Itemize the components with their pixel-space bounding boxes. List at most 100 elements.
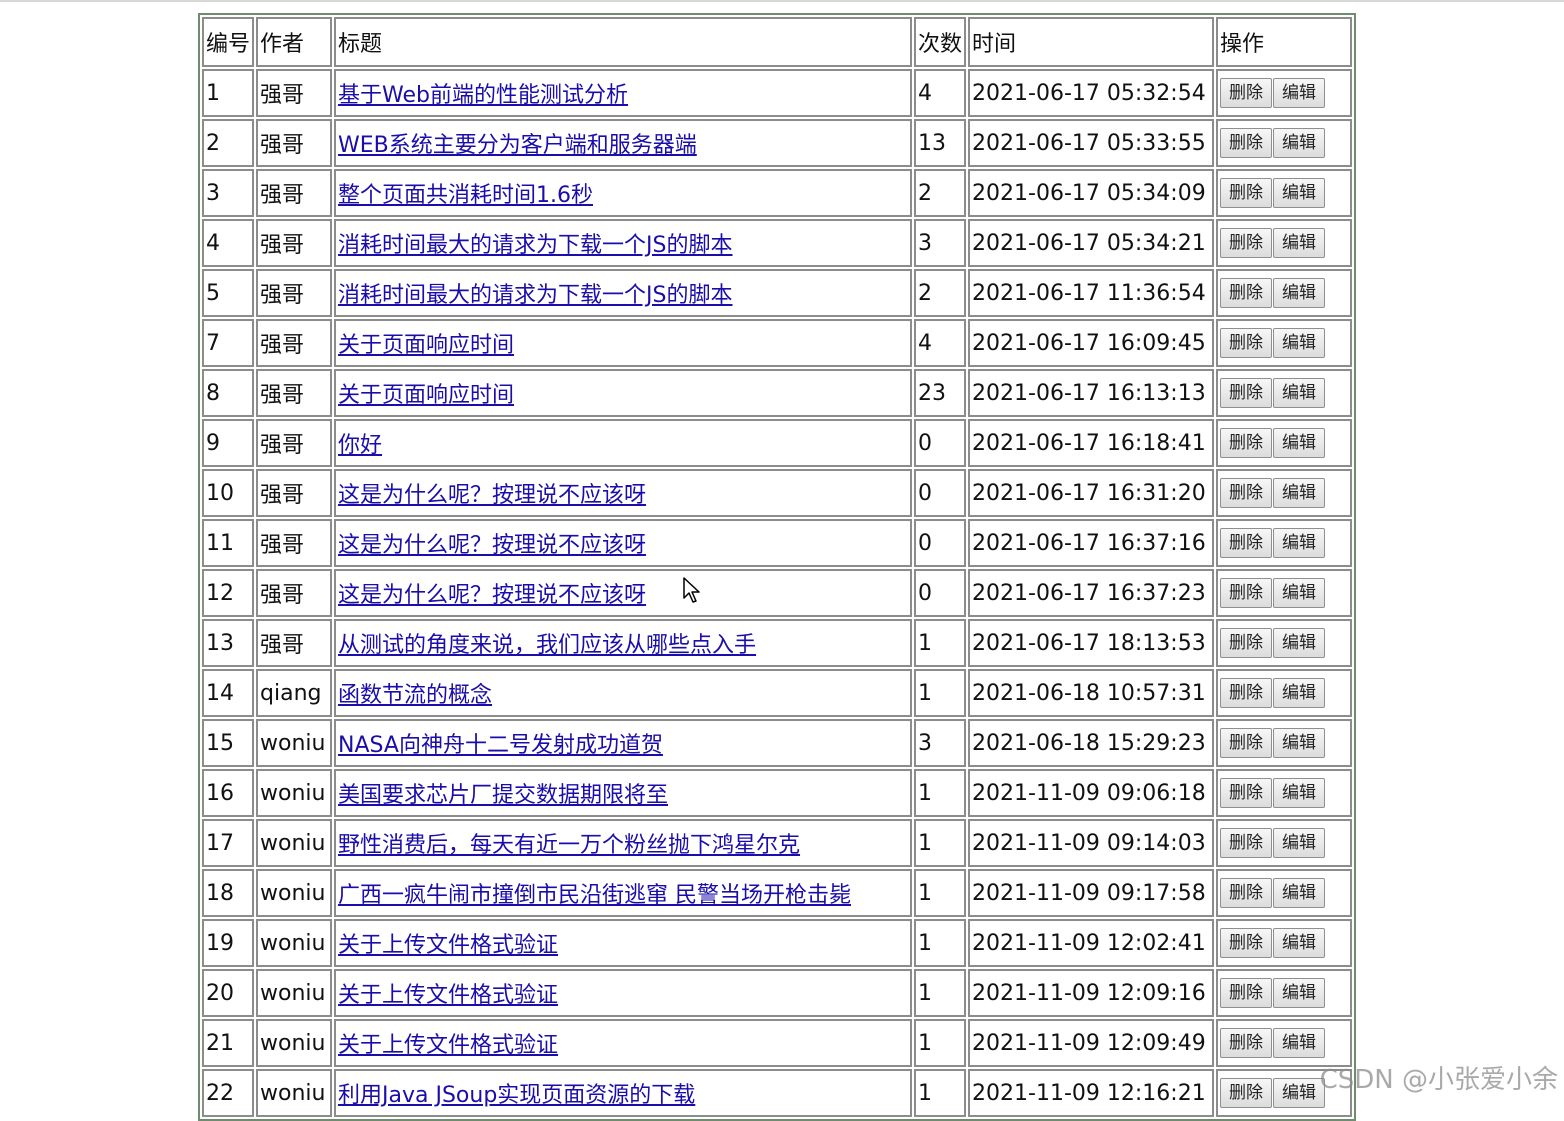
cell-title: 美国要求芯片厂提交数据期限将至 [334,769,912,817]
edit-button[interactable]: 编辑 [1273,778,1325,808]
cell-time: 2021-06-17 05:34:21 [968,219,1214,267]
post-title-link[interactable]: 消耗时间最大的请求为下载一个JS的脚本 [338,233,732,258]
cell-count: 4 [914,69,966,117]
posts-table-container: 编号 作者 标题 次数 时间 操作 1强哥基于Web前端的性能测试分析42021… [198,13,1356,1121]
delete-button[interactable]: 删除 [1220,828,1272,858]
cell-author: woniu [256,1069,332,1117]
post-title-link[interactable]: 消耗时间最大的请求为下载一个JS的脚本 [338,283,732,308]
delete-button[interactable]: 删除 [1220,728,1272,758]
post-title-link[interactable]: NASA向神舟十二号发射成功道贺 [338,733,663,758]
edit-button[interactable]: 编辑 [1273,928,1325,958]
delete-button[interactable]: 删除 [1220,378,1272,408]
post-title-link[interactable]: 美国要求芯片厂提交数据期限将至 [338,783,668,808]
cell-id: 1 [202,69,254,117]
delete-button[interactable]: 删除 [1220,328,1272,358]
post-title-link[interactable]: 关于页面响应时间 [338,333,514,358]
cell-title: 函数节流的概念 [334,669,912,717]
cell-id: 16 [202,769,254,817]
edit-button[interactable]: 编辑 [1273,828,1325,858]
edit-button[interactable]: 编辑 [1273,578,1325,608]
delete-button[interactable]: 删除 [1220,528,1272,558]
cell-author: woniu [256,719,332,767]
table-row: 11强哥这是为什么呢？按理说不应该呀02021-06-17 16:37:16删除… [202,519,1352,567]
post-title-link[interactable]: 基于Web前端的性能测试分析 [338,83,628,108]
post-title-link[interactable]: 你好 [338,433,382,458]
edit-button[interactable]: 编辑 [1273,428,1325,458]
post-title-link[interactable]: 野性消费后，每天有近一万个粉丝抛下鸿星尔克 [338,833,800,858]
edit-button[interactable]: 编辑 [1273,378,1325,408]
cell-count: 3 [914,219,966,267]
delete-button[interactable]: 删除 [1220,578,1272,608]
delete-button[interactable]: 删除 [1220,228,1272,258]
post-title-link[interactable]: 这是为什么呢？按理说不应该呀 [338,483,646,508]
edit-button[interactable]: 编辑 [1273,178,1325,208]
delete-button[interactable]: 删除 [1220,178,1272,208]
cell-actions: 删除编辑 [1216,919,1352,967]
cell-actions: 删除编辑 [1216,319,1352,367]
edit-button[interactable]: 编辑 [1273,978,1325,1008]
delete-button[interactable]: 删除 [1220,678,1272,708]
cell-count: 23 [914,369,966,417]
cell-count: 1 [914,619,966,667]
post-title-link[interactable]: 关于上传文件格式验证 [338,1033,558,1058]
post-title-link[interactable]: 这是为什么呢？按理说不应该呀 [338,583,646,608]
cell-author: 强哥 [256,469,332,517]
cell-count: 13 [914,119,966,167]
cell-id: 3 [202,169,254,217]
edit-button[interactable]: 编辑 [1273,1028,1325,1058]
delete-button[interactable]: 删除 [1220,778,1272,808]
post-title-link[interactable]: 整个页面共消耗时间1.6秒 [338,183,593,208]
post-title-link[interactable]: 广西一疯牛闹市撞倒市民沿街逃窜 民警当场开枪击毙 [338,883,851,908]
edit-button[interactable]: 编辑 [1273,328,1325,358]
edit-button[interactable]: 编辑 [1273,128,1325,158]
delete-button[interactable]: 删除 [1220,878,1272,908]
delete-button[interactable]: 删除 [1220,128,1272,158]
delete-button[interactable]: 删除 [1220,978,1272,1008]
cell-count: 0 [914,419,966,467]
cell-id: 22 [202,1069,254,1117]
delete-button[interactable]: 删除 [1220,928,1272,958]
delete-button[interactable]: 删除 [1220,628,1272,658]
post-title-link[interactable]: 关于页面响应时间 [338,383,514,408]
edit-button[interactable]: 编辑 [1273,878,1325,908]
post-title-link[interactable]: 函数节流的概念 [338,683,492,708]
cell-author: woniu [256,919,332,967]
cell-actions: 删除编辑 [1216,119,1352,167]
post-title-link[interactable]: 这是为什么呢？按理说不应该呀 [338,533,646,558]
post-title-link[interactable]: 关于上传文件格式验证 [338,933,558,958]
cell-author: 强哥 [256,69,332,117]
edit-button[interactable]: 编辑 [1273,78,1325,108]
cell-actions: 删除编辑 [1216,619,1352,667]
cell-count: 0 [914,519,966,567]
cell-author: woniu [256,769,332,817]
edit-button[interactable]: 编辑 [1273,228,1325,258]
cell-id: 7 [202,319,254,367]
cell-time: 2021-06-17 18:13:53 [968,619,1214,667]
post-title-link[interactable]: 利用Java JSoup实现页面资源的下载 [338,1083,695,1108]
table-row: 19woniu关于上传文件格式验证12021-11-09 12:02:41删除编… [202,919,1352,967]
delete-button[interactable]: 删除 [1220,278,1272,308]
edit-button[interactable]: 编辑 [1273,528,1325,558]
post-title-link[interactable]: 从测试的角度来说，我们应该从哪些点入手 [338,633,756,658]
cell-title: 你好 [334,419,912,467]
post-title-link[interactable]: 关于上传文件格式验证 [338,983,558,1008]
delete-button[interactable]: 删除 [1220,78,1272,108]
edit-button[interactable]: 编辑 [1273,628,1325,658]
cell-title: 这是为什么呢？按理说不应该呀 [334,469,912,517]
cell-id: 11 [202,519,254,567]
edit-button[interactable]: 编辑 [1273,678,1325,708]
cell-count: 1 [914,769,966,817]
edit-button[interactable]: 编辑 [1273,728,1325,758]
table-row: 20woniu关于上传文件格式验证12021-11-09 12:09:16删除编… [202,969,1352,1017]
delete-button[interactable]: 删除 [1220,1028,1272,1058]
edit-button[interactable]: 编辑 [1273,478,1325,508]
table-row: 15woniuNASA向神舟十二号发射成功道贺32021-06-18 15:29… [202,719,1352,767]
edit-button[interactable]: 编辑 [1273,278,1325,308]
cell-actions: 删除编辑 [1216,819,1352,867]
cell-title: WEB系统主要分为客户端和服务器端 [334,119,912,167]
delete-button[interactable]: 删除 [1220,478,1272,508]
delete-button[interactable]: 删除 [1220,428,1272,458]
header-count: 次数 [914,17,966,67]
post-title-link[interactable]: WEB系统主要分为客户端和服务器端 [338,133,697,158]
cell-author: 强哥 [256,319,332,367]
